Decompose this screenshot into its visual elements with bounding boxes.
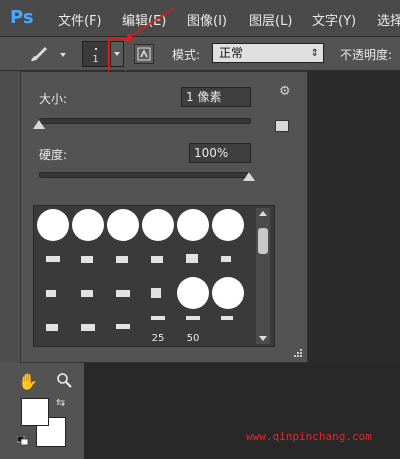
size-label: 大小: bbox=[39, 92, 68, 106]
zoom-tool-icon[interactable] bbox=[56, 372, 72, 388]
size-slider-thumb[interactable] bbox=[33, 120, 45, 129]
brush-tip-icon bbox=[81, 256, 93, 263]
brush-preset[interactable]: 50 bbox=[176, 310, 210, 344]
size-slider-track[interactable] bbox=[39, 118, 251, 124]
brush-tip-icon bbox=[116, 290, 130, 297]
tool-preset-dropdown-icon[interactable] bbox=[60, 53, 66, 57]
brush-preset[interactable] bbox=[106, 242, 140, 276]
brush-size-preview[interactable]: 1 bbox=[82, 41, 109, 67]
ps-logo: Ps bbox=[10, 7, 34, 28]
swap-colors-icon[interactable]: ⇆ bbox=[56, 396, 65, 409]
brush-preset[interactable] bbox=[71, 208, 105, 242]
round-brush-icon bbox=[72, 209, 104, 241]
brush-preset[interactable] bbox=[106, 276, 140, 310]
soft-round-brush-icon bbox=[177, 277, 209, 309]
round-brush-icon bbox=[212, 209, 244, 241]
hardness-label: 硬度: bbox=[39, 148, 68, 162]
watermark: www.qinpinchang.com bbox=[246, 430, 372, 443]
brush-preset[interactable] bbox=[71, 310, 105, 344]
brush-preset[interactable] bbox=[36, 208, 70, 242]
hand-tool-icon[interactable]: ✋ bbox=[18, 372, 38, 391]
brush-preset[interactable] bbox=[211, 276, 245, 310]
brush-preset[interactable] bbox=[71, 242, 105, 276]
brush-preset[interactable] bbox=[141, 242, 175, 276]
brush-preset[interactable] bbox=[36, 242, 70, 276]
annotation-arrow bbox=[124, 7, 175, 42]
menu-layer[interactable]: 图层(L) bbox=[249, 10, 292, 29]
brush-tip-icon bbox=[46, 256, 60, 262]
scrollbar-thumb[interactable] bbox=[258, 228, 268, 254]
size-input[interactable]: 1 像素 bbox=[181, 87, 251, 107]
brush-panel-icon bbox=[137, 47, 151, 61]
brush-tip-icon bbox=[46, 324, 58, 331]
brush-preset[interactable] bbox=[211, 208, 245, 242]
brush-preset[interactable] bbox=[141, 208, 175, 242]
brush-preset[interactable] bbox=[36, 310, 70, 344]
mode-value: 正常 bbox=[219, 46, 244, 60]
new-preset-icon[interactable] bbox=[275, 120, 289, 132]
mode-label: 模式: bbox=[172, 48, 201, 62]
updown-icon: ⇕ bbox=[310, 48, 319, 59]
brush-size-number: 1 bbox=[92, 54, 99, 65]
hardness-slider-track[interactable] bbox=[39, 172, 251, 178]
menu-file[interactable]: 文件(F) bbox=[58, 10, 102, 29]
scroll-down-icon[interactable] bbox=[259, 336, 267, 341]
scroll-up-icon[interactable] bbox=[259, 211, 267, 216]
brush-preset[interactable] bbox=[176, 208, 210, 242]
brush-preset[interactable] bbox=[211, 242, 245, 276]
brush-tip-icon bbox=[221, 316, 233, 320]
menu-bar: Ps 文件(F) 编辑(E) 图像(I) 图层(L) 文字(Y) 选择 bbox=[0, 0, 400, 37]
gear-icon[interactable]: ⚙ bbox=[279, 84, 295, 99]
round-brush-icon bbox=[177, 209, 209, 241]
opacity-label: 不透明度: bbox=[340, 48, 393, 62]
round-brush-icon bbox=[107, 209, 139, 241]
brush-panel-toggle-button[interactable] bbox=[134, 44, 154, 64]
brush-preset-picker: 大小: 1 像素 ⚙ 硬度: 100% 25 50 bbox=[20, 71, 308, 363]
brush-tip-icon bbox=[186, 316, 200, 320]
brush-tip-icon bbox=[186, 254, 198, 263]
brush-tip-icon bbox=[221, 256, 231, 262]
menu-image[interactable]: 图像(I) bbox=[187, 10, 227, 29]
brush-preset-grid: 25 50 bbox=[33, 205, 275, 347]
brush-preset[interactable] bbox=[106, 310, 140, 344]
brush-preset[interactable] bbox=[36, 276, 70, 310]
round-brush-icon bbox=[37, 209, 69, 241]
resize-grip-icon[interactable] bbox=[293, 348, 303, 358]
menu-type[interactable]: 文字(Y) bbox=[312, 10, 356, 29]
brush-preset[interactable]: 25 bbox=[141, 310, 175, 344]
brush-tip-icon bbox=[151, 288, 161, 298]
soft-round-brush-icon bbox=[212, 277, 244, 309]
brush-tip-icon bbox=[116, 324, 130, 329]
menu-select[interactable]: 选择 bbox=[377, 10, 400, 29]
canvas-area bbox=[84, 362, 400, 459]
preset-scrollbar[interactable] bbox=[256, 208, 270, 344]
brush-preset[interactable] bbox=[176, 242, 210, 276]
brush-preset[interactable] bbox=[211, 310, 245, 344]
brush-preset[interactable] bbox=[71, 276, 105, 310]
preset-size-caption: 25 bbox=[151, 333, 165, 344]
brush-preset[interactable] bbox=[106, 208, 140, 242]
tools-panel-strip bbox=[0, 71, 21, 371]
hardness-input[interactable]: 100% bbox=[189, 143, 251, 163]
brush-icon[interactable] bbox=[30, 45, 48, 63]
mode-select[interactable]: 正常 ⇕ bbox=[212, 43, 324, 63]
brush-tip-icon bbox=[46, 290, 56, 297]
brush-dot-icon bbox=[95, 48, 97, 50]
brush-tip-icon bbox=[151, 256, 163, 263]
brush-tip-icon bbox=[81, 324, 95, 331]
foreground-color-swatch[interactable] bbox=[21, 398, 49, 426]
brush-preset[interactable] bbox=[176, 276, 210, 310]
preset-size-caption: 50 bbox=[186, 333, 200, 344]
brush-tip-icon bbox=[81, 290, 93, 297]
round-brush-icon bbox=[142, 209, 174, 241]
hardness-slider-thumb[interactable] bbox=[243, 172, 255, 181]
default-colors-icon[interactable] bbox=[17, 436, 29, 446]
brush-tip-icon bbox=[116, 256, 128, 263]
brush-tip-icon bbox=[151, 316, 165, 320]
brush-preset[interactable] bbox=[141, 276, 175, 310]
